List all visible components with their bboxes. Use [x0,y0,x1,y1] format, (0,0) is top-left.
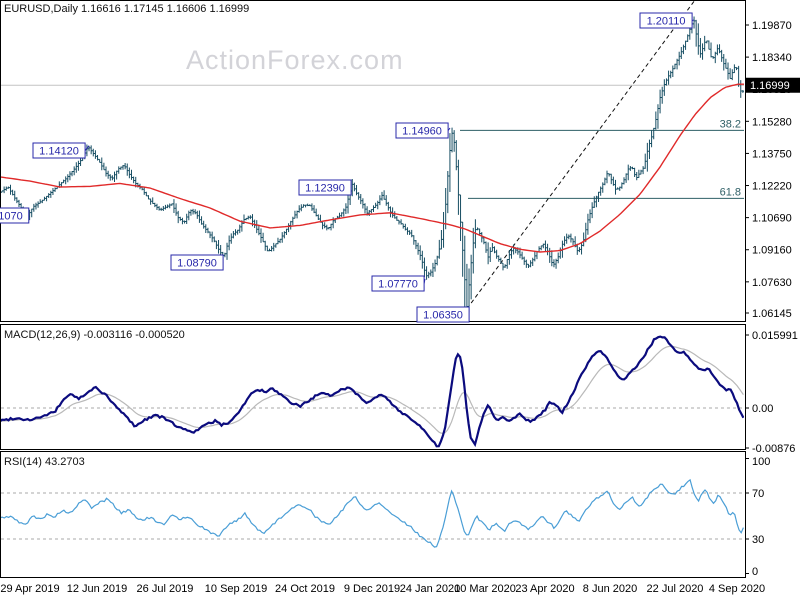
watermark: ActionForex.com [186,45,404,75]
macd-panel[interactable] [0,324,746,450]
symbol-ohlc-header: EURUSD,Daily 1.16616 1.17145 1.16606 1.1… [4,3,250,15]
time-axis[interactable] [0,578,800,600]
rsi-panel[interactable] [0,451,746,578]
macd-indicator-header: MACD(12,26,9) -0.003116 -0.000520 [4,329,185,341]
trading-chart-window: ActionForex.com EURUSD,Daily 1.16616 1.1… [0,0,800,600]
price-panel[interactable]: ActionForex.com [0,0,746,322]
rsi-indicator-header: RSI(14) 43.2703 [4,456,85,468]
price-axis[interactable] [746,0,800,578]
